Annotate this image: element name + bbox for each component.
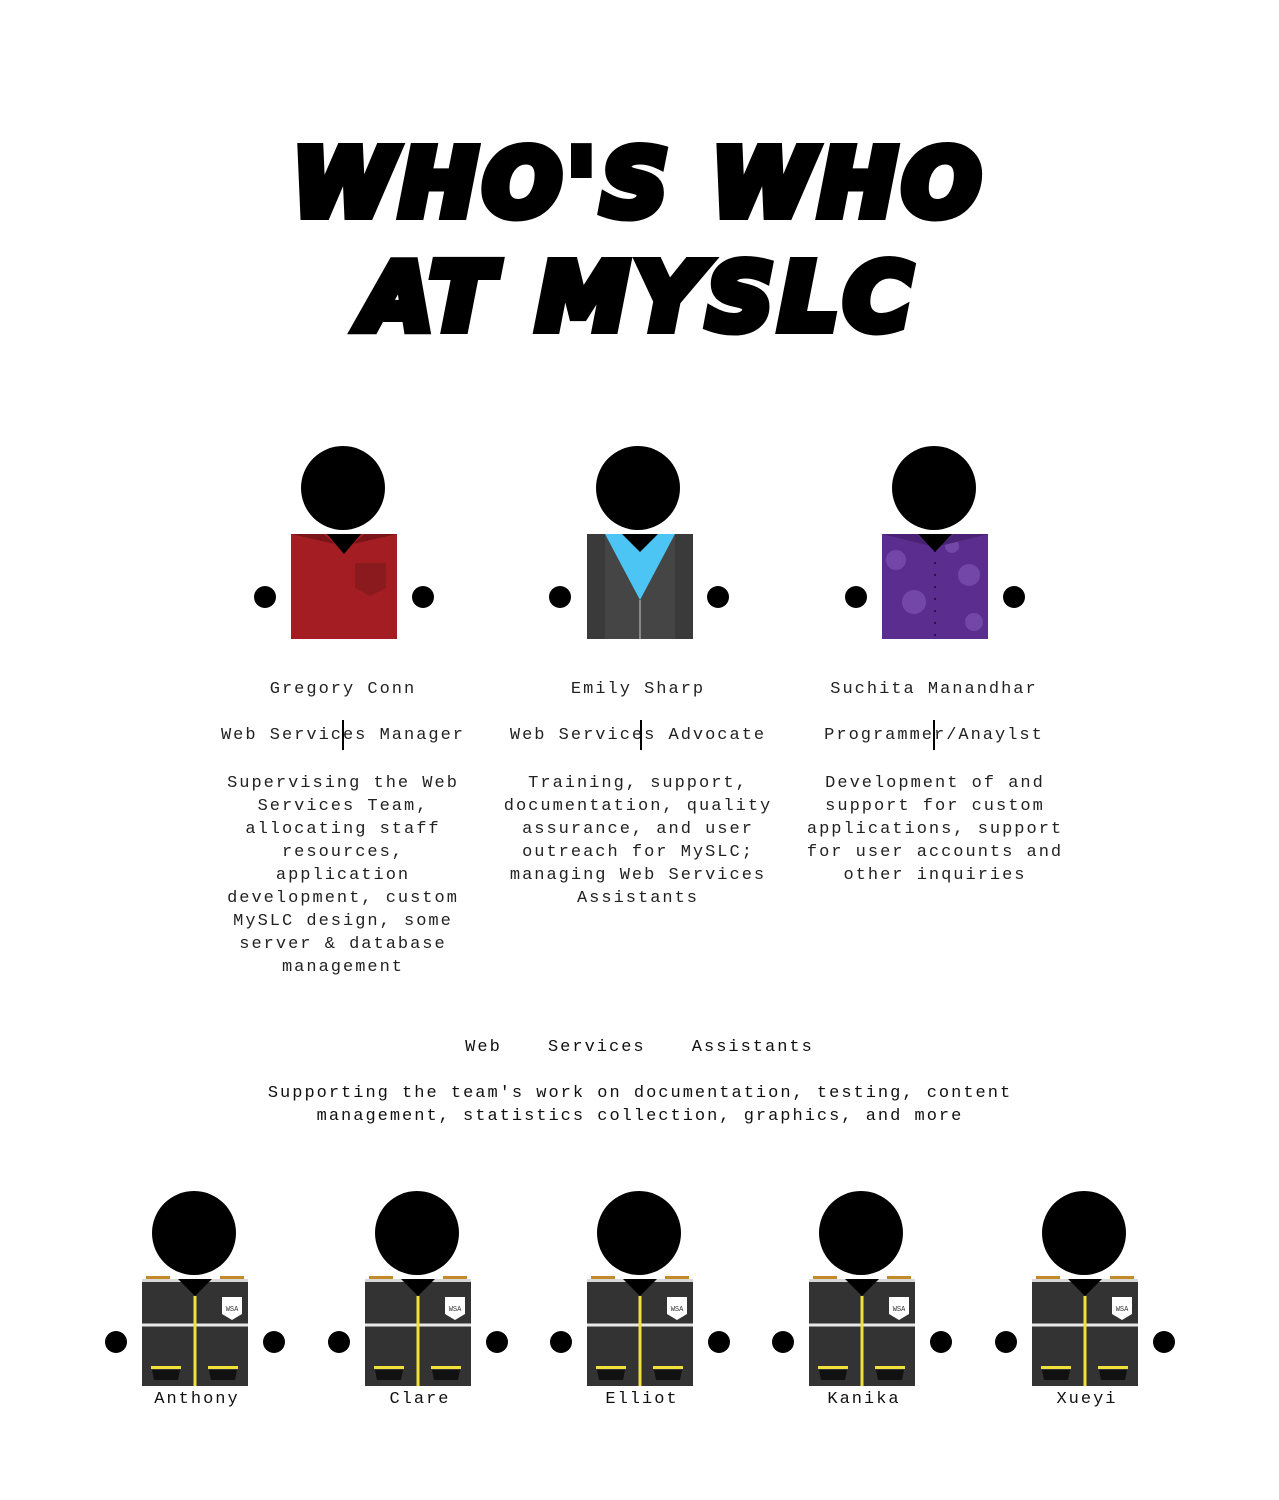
- avatar-suchita-manandhar: [845, 446, 1025, 639]
- divider: [342, 720, 344, 750]
- page-title-line-1: Who's Who: [288, 130, 987, 237]
- staff-description: Training, support, documentation, qualit…: [503, 774, 773, 908]
- avatar-emily-sharp: [549, 446, 729, 639]
- page-title-line-2: at MySLC: [357, 244, 918, 351]
- avatar-xueyi: WSA: [995, 1191, 1175, 1386]
- staff-description: Development of and support for custom ap…: [806, 774, 1064, 885]
- wsa-badge: WSA: [1116, 1306, 1129, 1314]
- staff-name: Emily Sharp: [570, 680, 706, 699]
- assistants-description: Supporting the team's work on documentat…: [267, 1084, 1013, 1126]
- staff-name: Suchita Manandhar: [830, 680, 1038, 699]
- divider: [640, 720, 642, 750]
- wsa-badge: WSA: [226, 1306, 239, 1314]
- assistants-heading: Web Services Assistants: [465, 1038, 814, 1057]
- avatar-gregory-conn: [254, 446, 434, 639]
- avatar-clare: WSA: [328, 1191, 508, 1386]
- assistant-name: Kanika: [827, 1390, 901, 1409]
- wsa-badge: WSA: [449, 1306, 462, 1314]
- avatar-elliot: WSA: [550, 1191, 730, 1386]
- staff-description: Supervising the Web Services Team, alloc…: [227, 774, 459, 977]
- wsa-badge: WSA: [671, 1306, 684, 1314]
- assistant-name: Elliot: [605, 1390, 679, 1409]
- divider: [933, 720, 935, 750]
- staff-name: Gregory Conn: [269, 680, 417, 699]
- assistant-name: Anthony: [154, 1390, 240, 1409]
- staff-role: Web Services Advocate: [509, 726, 767, 745]
- assistant-name: Clare: [389, 1390, 451, 1409]
- assistant-name: Xueyi: [1056, 1390, 1118, 1409]
- avatar-anthony: WSA: [105, 1191, 285, 1386]
- wsa-badge: WSA: [893, 1306, 906, 1314]
- avatar-kanika: WSA: [772, 1191, 952, 1386]
